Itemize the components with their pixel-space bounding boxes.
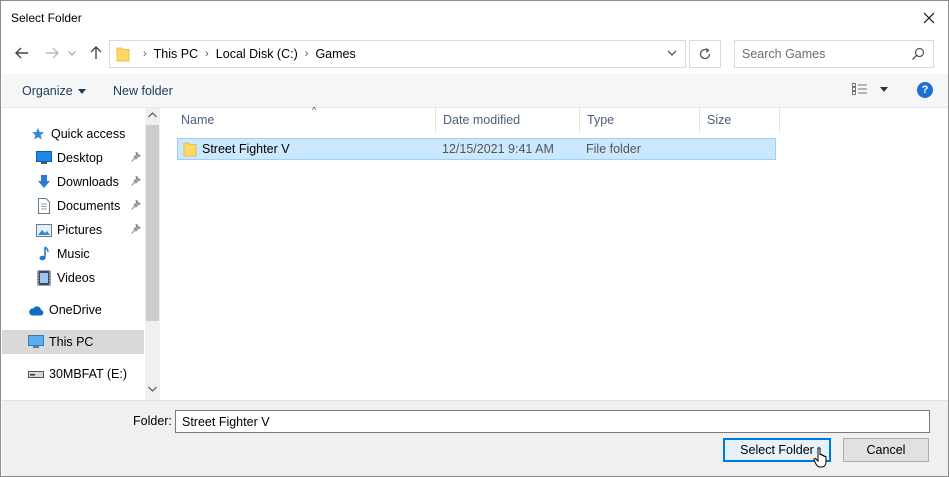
pictures-icon: [36, 222, 52, 238]
arrow-up-icon: [90, 46, 102, 59]
arrow-left-icon: [15, 47, 28, 59]
sidebar-item-label: Pictures: [57, 223, 103, 237]
title-bar: Select Folder: [1, 1, 948, 35]
help-button[interactable]: ?: [917, 82, 933, 98]
scrollbar-thumb[interactable]: [146, 125, 159, 321]
command-bar: Organize New folder ?: [2, 74, 948, 108]
file-type: File folder: [586, 142, 641, 156]
documents-icon: [36, 198, 52, 214]
search-box[interactable]: [734, 40, 934, 68]
music-icon: [36, 246, 52, 262]
file-list: ^ Name Date modified Type Size Street Fi…: [162, 105, 948, 400]
videos-icon: [36, 270, 52, 286]
sidebar-item-this-pc[interactable]: This PC: [2, 330, 144, 354]
scroll-down-icon[interactable]: [148, 386, 157, 392]
folder-label: Folder:: [133, 414, 172, 428]
sidebar-item-downloads[interactable]: Downloads: [2, 170, 144, 194]
navigation-pane: Quick access Desktop Downloads Documents…: [2, 108, 160, 400]
organize-button[interactable]: Organize: [22, 84, 86, 98]
details-view-icon: [852, 83, 867, 95]
arrow-right-icon: [46, 47, 59, 59]
column-header-type[interactable]: Type: [580, 108, 700, 132]
search-icon[interactable]: [911, 47, 925, 61]
column-header-date-modified[interactable]: Date modified: [436, 108, 580, 132]
star-icon: [30, 126, 46, 142]
file-name: Street Fighter V: [202, 142, 290, 156]
forward-button[interactable]: [41, 41, 63, 65]
scroll-up-icon[interactable]: [148, 112, 157, 118]
hand-cursor-icon: [813, 447, 827, 468]
sidebar-item-label: Videos: [57, 271, 95, 285]
sidebar-item-documents[interactable]: Documents: [2, 194, 144, 218]
drive-icon: [28, 366, 44, 382]
caret-down-icon: [880, 86, 888, 92]
chevron-right-icon: ›: [205, 48, 209, 60]
select-folder-dialog: Select Folder › This PC › Local Disk (C:…: [0, 0, 949, 477]
pin-icon: [131, 200, 141, 210]
new-folder-button[interactable]: New folder: [113, 84, 173, 98]
caret-down-icon: [77, 88, 86, 94]
file-row[interactable]: Street Fighter V 12/15/2021 9:41 AM File…: [177, 138, 776, 160]
up-button[interactable]: [85, 41, 107, 65]
pin-icon: [131, 224, 141, 234]
organize-label: Organize: [22, 84, 73, 98]
sidebar-item-label: This PC: [49, 335, 94, 349]
desktop-icon: [36, 150, 52, 166]
sidebar-item-label: Quick access: [51, 127, 126, 141]
sidebar-item-desktop[interactable]: Desktop: [2, 146, 144, 170]
sidebar-item-videos[interactable]: Videos: [2, 266, 144, 290]
pin-icon: [131, 152, 141, 162]
breadcrumb-games[interactable]: Games: [315, 47, 355, 61]
breadcrumb-this-pc[interactable]: This PC: [154, 47, 198, 61]
pin-icon: [131, 176, 141, 186]
sidebar-item-label: OneDrive: [49, 303, 102, 317]
close-button[interactable]: [916, 5, 942, 31]
nav-scrollbar[interactable]: [145, 108, 160, 400]
sidebar-item-onedrive[interactable]: OneDrive: [2, 298, 144, 322]
sidebar-item-pictures[interactable]: Pictures: [2, 218, 144, 242]
folder-icon: [183, 142, 197, 157]
column-header-label: Type: [587, 113, 615, 127]
cloud-icon: [28, 302, 44, 318]
back-button[interactable]: [11, 41, 33, 65]
change-view-button[interactable]: [852, 83, 888, 95]
breadcrumb: › This PC › Local Disk (C:) › Games: [136, 47, 356, 61]
sidebar-item-label: Desktop: [57, 151, 103, 165]
sort-ascending-icon: ^: [312, 105, 317, 115]
sidebar-item-label: Downloads: [57, 175, 119, 189]
folder-icon: [116, 47, 130, 62]
cancel-button[interactable]: Cancel: [843, 438, 929, 462]
column-header-label: Date modified: [443, 113, 521, 127]
download-icon: [36, 174, 52, 190]
sidebar-item-drive-e[interactable]: 30MBFAT (E:): [2, 362, 144, 386]
recent-locations-button[interactable]: [65, 41, 79, 65]
address-bar[interactable]: › This PC › Local Disk (C:) › Games: [109, 40, 686, 68]
address-dropdown-icon[interactable]: [665, 46, 679, 60]
column-header-label: Name: [181, 113, 215, 127]
computer-icon: [28, 334, 44, 350]
folder-name-field[interactable]: [175, 410, 930, 433]
close-icon: [923, 12, 935, 24]
column-header-size[interactable]: Size: [700, 108, 780, 132]
sidebar-item-label: 30MBFAT (E:): [49, 367, 128, 381]
refresh-button[interactable]: [689, 40, 721, 68]
help-icon: ?: [921, 84, 929, 96]
column-header-label: Size: [707, 113, 732, 127]
sidebar-item-label: Documents: [57, 199, 121, 213]
search-input[interactable]: [735, 41, 905, 67]
refresh-icon: [699, 47, 711, 60]
column-header-name[interactable]: ^ Name: [174, 105, 436, 132]
window-title: Select Folder: [11, 11, 82, 25]
chevron-down-icon: [68, 50, 76, 56]
dialog-footer: Folder: Select Folder Cancel: [2, 400, 948, 476]
breadcrumb-local-disk[interactable]: Local Disk (C:): [216, 47, 298, 61]
file-date-modified: 12/15/2021 9:41 AM: [442, 142, 554, 156]
chevron-right-icon: ›: [143, 48, 147, 60]
sidebar-item-label: Music: [57, 247, 90, 261]
sidebar-item-quick-access[interactable]: Quick access: [2, 122, 144, 146]
sidebar-item-music[interactable]: Music: [2, 242, 144, 266]
chevron-right-icon: ›: [304, 48, 309, 60]
